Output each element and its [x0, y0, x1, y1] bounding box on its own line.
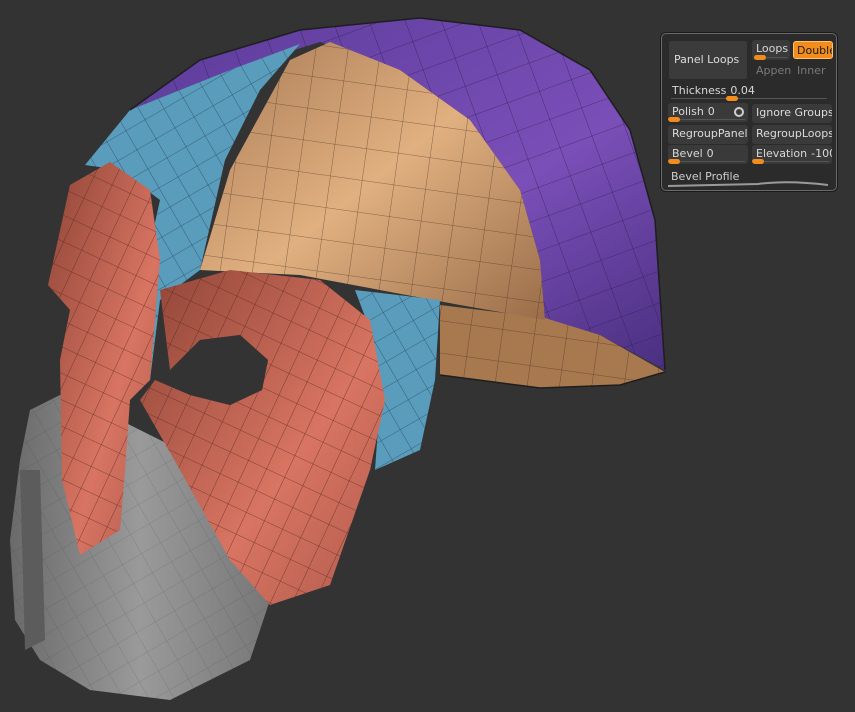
elevation-value: -100 [811, 147, 832, 160]
elevation-label: Elevation [756, 147, 808, 160]
regroup-panels-button[interactable]: RegroupPanels [668, 125, 748, 144]
circle-toggle-icon[interactable] [734, 107, 744, 117]
inner-button[interactable]: Inner [793, 62, 833, 80]
loops-slider[interactable]: Loops [752, 40, 790, 60]
polish-slider[interactable]: Polish 0 [668, 103, 748, 122]
bevel-value: 0 [706, 147, 714, 160]
ignore-groups-button[interactable]: Ignore Groups [752, 104, 832, 123]
thickness-slider[interactable]: Thickness 0.04 [668, 82, 830, 101]
elevation-slider[interactable]: Elevation-100 [752, 145, 832, 164]
panel-loops-button[interactable]: Panel Loops [668, 40, 748, 80]
double-button[interactable]: Double [793, 41, 833, 59]
panel-loops-palette: Panel Loops Loops Double Append Inner Th… [661, 33, 837, 191]
profile-curve-icon[interactable] [668, 174, 828, 188]
thickness-label: Thickness [672, 84, 727, 97]
append-button[interactable]: Append [752, 62, 792, 80]
bevel-slider[interactable]: Bevel 0 [668, 145, 748, 164]
regroup-loops-button[interactable]: RegroupLoops [752, 125, 832, 144]
loops-label: Loops [756, 42, 789, 55]
polish-value: 0 [707, 105, 715, 118]
